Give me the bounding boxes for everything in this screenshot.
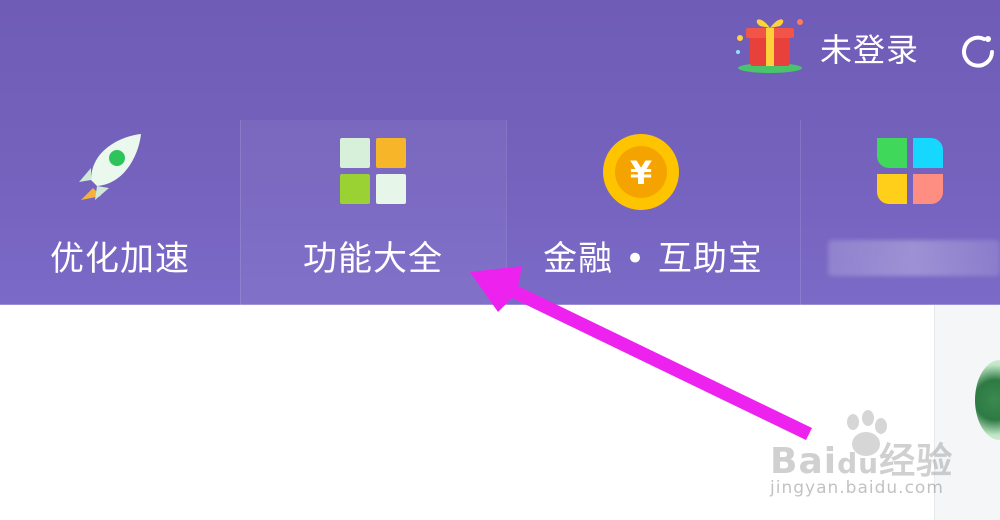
header-bar: 未登录 优化加速 功能大全 ¥ 金融 • 互助宝 bbox=[0, 0, 1000, 305]
watermark-du: du bbox=[837, 447, 880, 480]
clover-tiles-icon bbox=[877, 138, 943, 204]
refresh-icon[interactable] bbox=[960, 30, 1000, 74]
login-status[interactable]: 未登录 bbox=[820, 30, 919, 70]
user-area[interactable]: 未登录 bbox=[730, 10, 1000, 80]
yuan-coin-icon: ¥ bbox=[603, 134, 679, 210]
nav-item-more[interactable] bbox=[800, 120, 1000, 305]
nav-icon-wrap bbox=[800, 130, 1000, 210]
blurred-label bbox=[828, 240, 1000, 276]
nav-item-finance[interactable]: ¥ 金融 • 互助宝 bbox=[506, 120, 800, 305]
app-grid-icon bbox=[340, 138, 406, 204]
gift-box-icon[interactable] bbox=[730, 10, 810, 76]
app-window: 未登录 优化加速 功能大全 ¥ 金融 • 互助宝 Baidu经验 jingyan… bbox=[0, 0, 1000, 520]
nav-icon-wrap bbox=[0, 130, 240, 210]
nav-label: 功能大全 bbox=[303, 239, 443, 279]
nav-icon-wrap: ¥ bbox=[506, 130, 800, 210]
watermark-brand: Baidu经验 bbox=[770, 432, 953, 484]
svg-text:¥: ¥ bbox=[630, 154, 652, 192]
nav-item-optimize[interactable]: 优化加速 bbox=[0, 120, 240, 305]
watermark-brand-text: Bai bbox=[770, 441, 838, 482]
watermark-url: jingyan.baidu.com bbox=[770, 478, 944, 498]
nav-icon-wrap bbox=[240, 130, 506, 210]
nav-item-features[interactable]: 功能大全 bbox=[240, 120, 506, 305]
nav-label: 金融 • 互助宝 bbox=[543, 239, 763, 279]
watermark-brand-tail: 经验 bbox=[879, 441, 954, 482]
rocket-icon bbox=[79, 134, 141, 200]
nav-label: 优化加速 bbox=[50, 239, 190, 279]
